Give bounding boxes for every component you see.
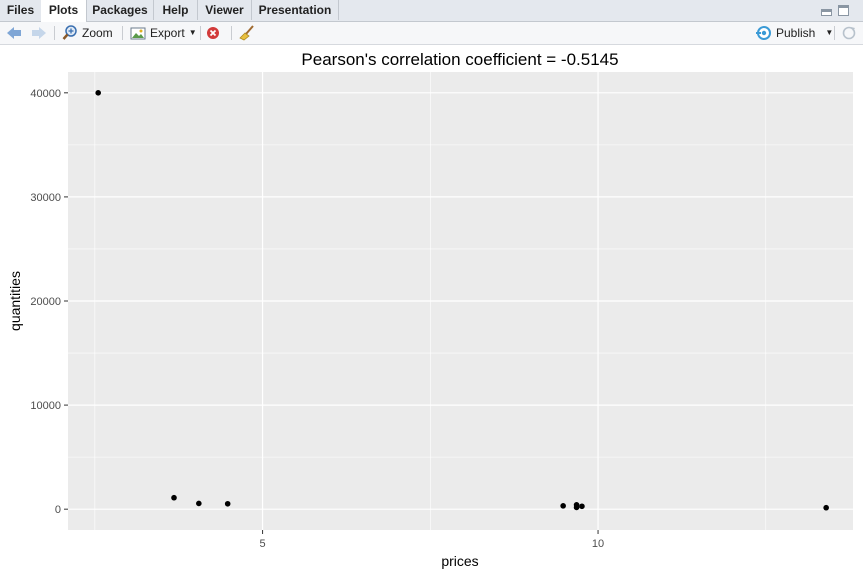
y-tick-label: 40000 [30, 88, 61, 100]
remove-icon [207, 27, 219, 39]
back-button[interactable] [6, 22, 22, 44]
x-tick-label: 10 [592, 538, 604, 550]
data-point [196, 500, 202, 507]
tab-viewer[interactable]: Viewer [198, 0, 252, 20]
clear-all-plots-button[interactable] [239, 22, 255, 44]
toolbar-separator [122, 26, 123, 40]
tab-files[interactable]: Files [0, 0, 42, 20]
export-image-icon [130, 27, 146, 40]
tab-packages[interactable]: Packages [87, 0, 154, 20]
data-point [224, 500, 231, 507]
y-axis-label: quantities [7, 271, 23, 331]
export-menu-button[interactable]: Export ▼ [130, 22, 197, 44]
data-point [171, 494, 177, 501]
y-tick-label: 10000 [30, 400, 61, 412]
zoom-label: Zoom [82, 26, 113, 40]
data-point [95, 90, 101, 96]
remove-plot-button[interactable] [206, 22, 220, 44]
toolbar-separator [231, 26, 232, 40]
export-label: Export [150, 26, 185, 40]
arrow-left-icon [7, 27, 21, 39]
tab-plots[interactable]: Plots [41, 0, 87, 22]
data-point [823, 504, 829, 511]
zoom-button[interactable]: Zoom [62, 22, 113, 44]
forward-button[interactable] [31, 22, 47, 44]
y-tick-label: 30000 [30, 192, 61, 204]
y-tick-label: 20000 [30, 296, 61, 308]
y-tick-label: 0 [55, 504, 61, 516]
minimize-pane-button[interactable] [821, 9, 832, 16]
magnifier-icon [62, 25, 77, 40]
pane-tab-bar: Files Plots Packages Help Viewer Present… [0, 0, 863, 22]
toolbar-separator [200, 26, 201, 40]
tab-help[interactable]: Help [154, 0, 198, 20]
data-point [573, 504, 580, 511]
arrow-right-icon [32, 27, 46, 39]
toolbar-separator [834, 26, 835, 40]
data-point [560, 503, 566, 509]
refresh-icon [842, 26, 856, 40]
plots-toolbar: Zoom Export ▼ Publish ▼ [0, 22, 863, 45]
refresh-button[interactable] [842, 22, 856, 44]
chevron-down-icon: ▼ [188, 28, 197, 37]
broom-icon [239, 25, 254, 41]
scatter-plot: 5 10 0 10000 20000 30000 40000 Pearson's corre… [0, 45, 863, 575]
publish-button[interactable]: Publish ▼ [756, 22, 833, 44]
tab-presentation[interactable]: Presentation [252, 0, 339, 20]
plot-viewer: 5 10 0 10000 20000 30000 40000 Pearson's corre… [0, 45, 863, 575]
publish-label: Publish [776, 26, 816, 40]
chevron-down-icon: ▼ [825, 28, 834, 37]
chart-title: Pearson's correlation coefficient = -0.5… [301, 50, 618, 69]
toolbar-separator [54, 26, 55, 40]
publish-icon [756, 26, 771, 40]
x-axis-label: prices [441, 553, 478, 569]
maximize-pane-button[interactable] [838, 5, 849, 16]
x-tick-label: 5 [260, 538, 266, 550]
data-point [579, 503, 585, 510]
